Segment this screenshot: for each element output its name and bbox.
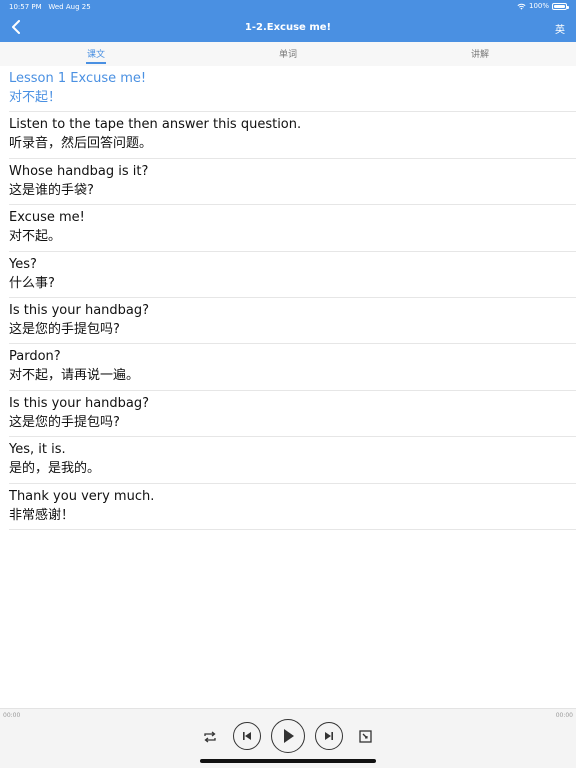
english-line: Is this your handbag? xyxy=(9,302,150,318)
repeat-button[interactable] xyxy=(201,728,219,746)
tab-text[interactable]: 课文 xyxy=(0,42,192,66)
list-item[interactable]: Yes? 什么事? xyxy=(9,252,576,298)
list-item[interactable]: Pardon? 对不起，请再说一遍。 xyxy=(9,344,576,391)
list-item[interactable]: Yes, it is. 是的，是我的。 xyxy=(9,437,576,484)
english-line: Lesson 1 Excuse me! xyxy=(9,71,147,86)
english-line: Thank you very much. xyxy=(9,488,155,504)
chinese-line: 对不起。 xyxy=(9,229,62,245)
list-item[interactable]: Whose handbag is it? 这是谁的手袋? xyxy=(9,159,576,206)
english-line: Excuse me! xyxy=(9,210,85,226)
status-indicators: 100% xyxy=(517,2,569,10)
list-item[interactable]: Is this your handbag? 这是您的手提包吗? xyxy=(9,298,576,345)
english-line: Pardon? xyxy=(9,349,61,365)
tab-words[interactable]: 单词 xyxy=(192,42,384,66)
list-item[interactable]: Thank you very much. 非常感谢！ xyxy=(9,484,576,530)
status-time: 10:57 PM Wed Aug 25 xyxy=(9,3,91,11)
chinese-line: 非常感谢！ xyxy=(9,507,75,523)
chinese-line: 是的，是我的。 xyxy=(9,461,101,477)
page-title: 1-2.Excuse me! xyxy=(244,22,332,33)
english-line: Yes? xyxy=(9,256,37,272)
next-icon xyxy=(325,732,333,740)
play-icon xyxy=(284,729,294,743)
list-item[interactable]: Listen to the tape then answer this ques… xyxy=(9,112,576,159)
status-clock: 10:57 PM xyxy=(9,3,42,11)
chinese-line: 什么事? xyxy=(9,275,55,291)
list-item[interactable]: Excuse me! 对不起。 xyxy=(9,205,576,252)
english-line: Whose handbag is it? xyxy=(9,163,149,179)
total-time: 00:00 xyxy=(555,712,573,719)
previous-icon xyxy=(243,732,251,740)
tab-explanation[interactable]: 讲解 xyxy=(384,42,576,66)
play-button[interactable] xyxy=(271,719,305,753)
elapsed-time: 00:00 xyxy=(3,712,21,719)
tab-bar: 课文 单词 讲解 xyxy=(0,42,576,66)
repeat-icon xyxy=(204,731,216,743)
timer-icon xyxy=(358,729,372,743)
home-indicator[interactable] xyxy=(200,759,376,763)
chinese-line: 对不起，请再说一遍。 xyxy=(9,368,140,384)
chinese-line: 这是谁的手袋? xyxy=(9,182,94,198)
timer-button[interactable] xyxy=(357,728,373,744)
status-date: Wed Aug 25 xyxy=(48,3,91,11)
battery-icon xyxy=(552,2,569,10)
next-button[interactable] xyxy=(315,722,343,750)
navigation-header: 10:57 PM Wed Aug 25 100% 1-2.Excuse me! … xyxy=(0,0,576,42)
list-item[interactable]: Is this your handbag? 这是您的手提包吗? xyxy=(9,391,576,438)
previous-button[interactable] xyxy=(233,722,261,750)
lesson-text-list: Lesson 1 Excuse me! 对不起！ Listen to the t… xyxy=(0,66,576,530)
language-toggle-button[interactable]: 英 xyxy=(555,21,565,36)
wifi-icon xyxy=(517,3,526,10)
chinese-line: 听录音，然后回答问题。 xyxy=(9,136,153,152)
lesson-title-row[interactable]: Lesson 1 Excuse me! 对不起！ xyxy=(9,66,576,113)
chinese-line: 这是您的手提包吗? xyxy=(9,414,120,430)
chinese-line: 这是您的手提包吗? xyxy=(9,321,120,337)
english-line: Listen to the tape then answer this ques… xyxy=(9,117,302,133)
english-line: Yes, it is. xyxy=(9,442,66,458)
chinese-line: 对不起！ xyxy=(9,90,62,105)
english-line: Is this your handbag? xyxy=(9,395,150,411)
battery-percent: 100% xyxy=(528,2,549,10)
